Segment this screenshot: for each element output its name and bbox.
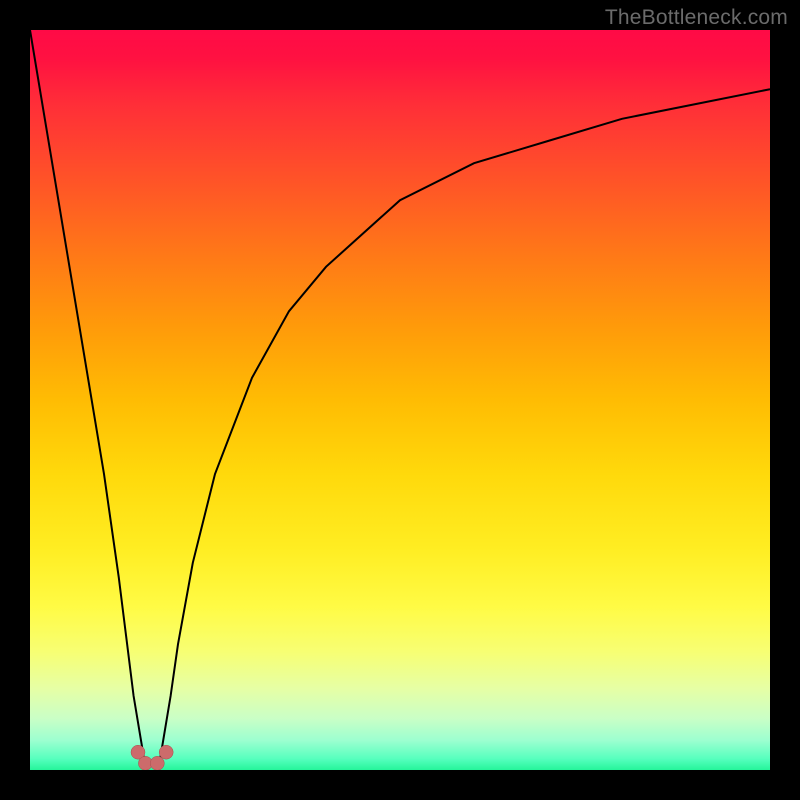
minimum-dot (150, 756, 164, 770)
curve-minimum-dots (131, 745, 173, 770)
minimum-dot (159, 745, 173, 759)
curve-right-branch (160, 89, 771, 762)
plot-overlay (30, 30, 770, 770)
plot-frame (30, 30, 770, 770)
watermark-text: TheBottleneck.com (605, 6, 788, 30)
curve-left-branch (30, 30, 145, 763)
